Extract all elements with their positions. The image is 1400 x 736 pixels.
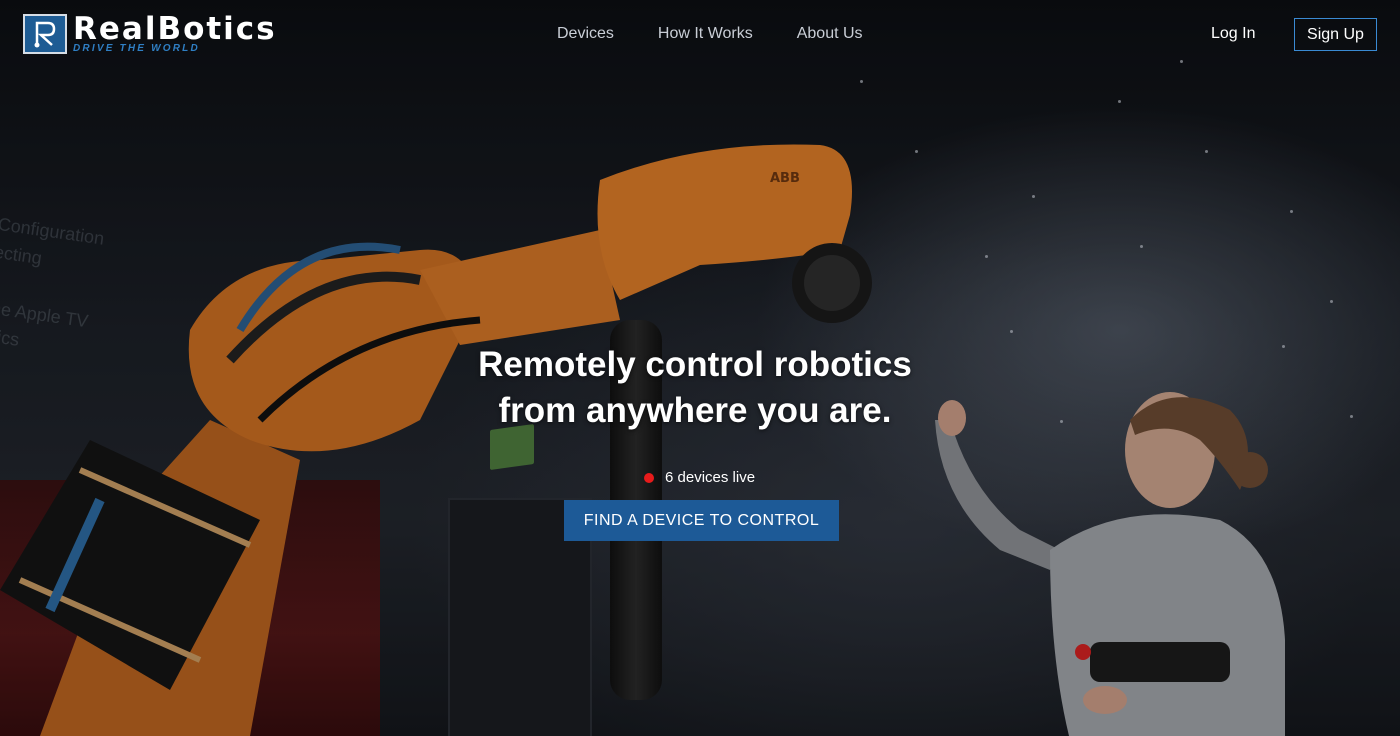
live-indicator-icon — [644, 472, 654, 483]
find-device-button[interactable]: FIND A DEVICE TO CONTROL — [564, 500, 839, 541]
brand-logo[interactable]: RealBotics DRIVE THE WORLD — [23, 14, 277, 54]
live-device-count: 6 devices live — [665, 469, 756, 486]
nav-link-about-us[interactable]: About Us — [797, 25, 863, 43]
hero-headline: Remotely control robotics from anywhere … — [350, 342, 1040, 434]
login-link[interactable]: Log In — [1211, 25, 1255, 43]
main-nav: Devices How It Works About Us — [557, 25, 863, 43]
nav-link-devices[interactable]: Devices — [557, 25, 614, 43]
signup-button[interactable]: Sign Up — [1294, 18, 1377, 51]
live-status: 6 devices live — [644, 469, 755, 486]
headline-line-2: from anywhere you are. — [498, 391, 892, 430]
brand-name: RealBotics — [73, 11, 277, 47]
robot-arm-logo-icon — [23, 14, 67, 54]
nav-link-how-it-works[interactable]: How It Works — [658, 25, 753, 43]
site-header: RealBotics DRIVE THE WORLD Devices How I… — [0, 0, 1400, 70]
headline-line-1: Remotely control robotics — [478, 345, 912, 384]
